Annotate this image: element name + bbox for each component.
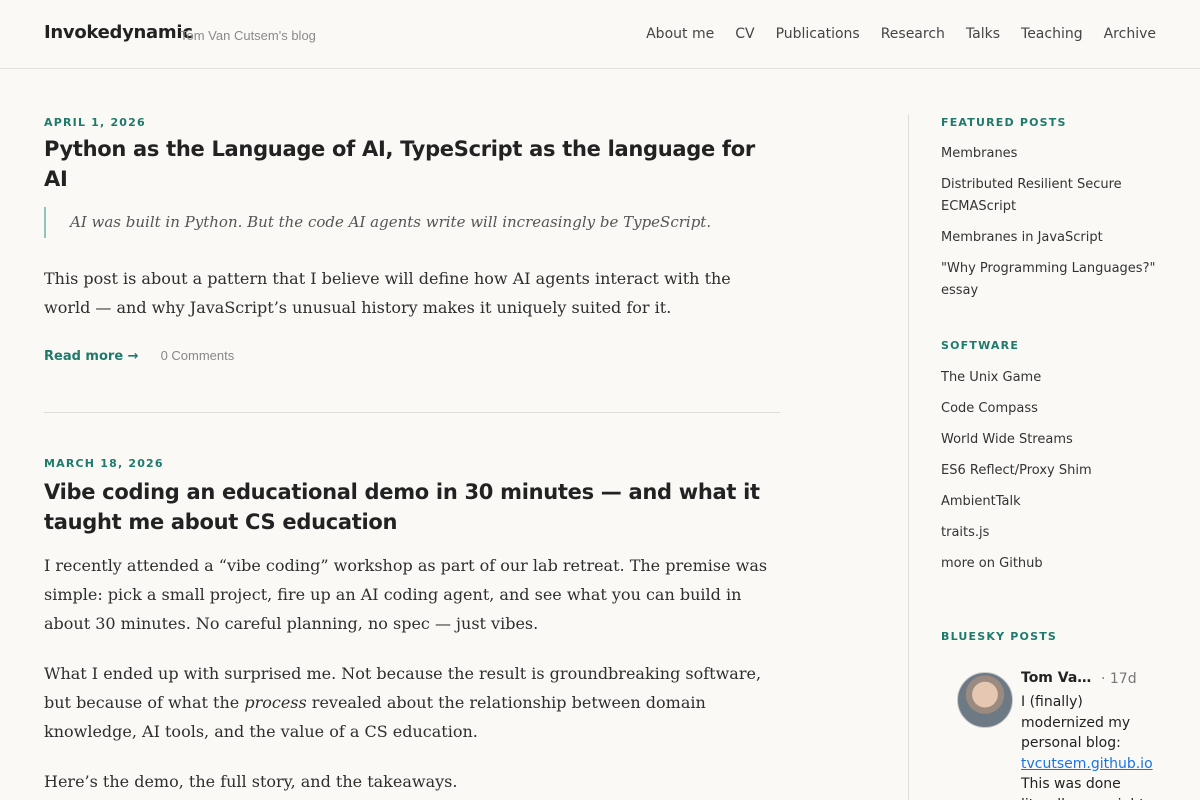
software-list: The Unix Game Code Compass World Wide St… — [941, 367, 1161, 575]
featured-posts-heading: Featured Posts — [941, 116, 1067, 129]
software-link[interactable]: Code Compass — [941, 398, 1161, 420]
nav-publications[interactable]: Publications — [776, 26, 860, 42]
software-link[interactable]: World Wide Streams — [941, 429, 1161, 451]
post-date: March 18, 2026 — [44, 457, 164, 470]
read-more-link[interactable]: Read more → — [44, 349, 139, 364]
bluesky-author[interactable]: Tom Van Cutsem — [1021, 670, 1101, 686]
nav-cv[interactable]: CV — [735, 26, 754, 42]
post-title[interactable]: Python as the Language of AI, TypeScript… — [44, 134, 780, 194]
main-nav: About me CV Publications Research Talks … — [646, 26, 1156, 42]
featured-post-link[interactable]: Distributed Resilient Secure ECMAScript — [941, 174, 1161, 218]
post-meta: Read more → 0 Comments — [44, 345, 780, 364]
post-2: March 18, 2026 Vibe coding an educationa… — [44, 457, 780, 796]
software-heading: Software — [941, 339, 1020, 352]
site-header: Invokedynamic Tom Van Cutsem's blog Abou… — [0, 0, 1200, 69]
post-divider — [44, 412, 780, 413]
featured-post-link[interactable]: "Why Programming Languages?" essay — [941, 258, 1161, 302]
featured-post-link[interactable]: Membranes — [941, 143, 1161, 165]
featured-posts-list: Membranes Distributed Resilient Secure E… — [941, 143, 1161, 302]
software-link[interactable]: traits.js — [941, 522, 1161, 544]
post-paragraph: What I ended up with surprised me. Not b… — [44, 664, 762, 741]
bluesky-posts-heading: Bluesky Posts — [941, 630, 1058, 643]
comments-link[interactable]: 0 Comments — [161, 348, 235, 363]
post-excerpt: This post is about a pattern that I beli… — [44, 269, 731, 317]
site-title[interactable]: Invokedynamic — [44, 22, 193, 43]
bluesky-age: · 17d — [1101, 671, 1137, 687]
featured-post-link[interactable]: Membranes in JavaScript — [941, 227, 1161, 249]
nav-archive[interactable]: Archive — [1104, 26, 1156, 42]
sidebar-divider — [908, 114, 909, 800]
nav-teaching[interactable]: Teaching — [1021, 26, 1083, 42]
post-date: April 1, 2026 — [44, 116, 146, 129]
nav-about-me[interactable]: About me — [646, 26, 714, 42]
github-link[interactable]: more on Github — [941, 553, 1161, 575]
post-blockquote: AI was built in Python. But the code AI … — [44, 207, 780, 238]
bluesky-post-link[interactable]: tvcutsem.github.io — [1021, 756, 1153, 772]
post-paragraph: Here’s the demo, the full story, and the… — [44, 772, 458, 791]
post-paragraph: I recently attended a “vibe coding” work… — [44, 556, 768, 633]
site-tagline: Tom Van Cutsem's blog — [180, 28, 316, 43]
bluesky-post-text: I (finally) modernized my personal blog:… — [1021, 694, 1153, 800]
post-1: April 1, 2026 Python as the Language of … — [44, 116, 780, 364]
software-link[interactable]: The Unix Game — [941, 367, 1161, 389]
nav-research[interactable]: Research — [881, 26, 945, 42]
software-link[interactable]: ES6 Reflect/Proxy Shim — [941, 460, 1161, 482]
avatar[interactable] — [957, 672, 1013, 728]
sidebar: Featured Posts Membranes Distributed Res… — [941, 69, 1161, 643]
post-list: April 1, 2026 Python as the Language of … — [44, 69, 780, 796]
emphasis: process — [244, 693, 307, 712]
nav-talks[interactable]: Talks — [966, 26, 1000, 42]
software-link[interactable]: AmbientTalk — [941, 491, 1161, 513]
post-title[interactable]: Vibe coding an educational demo in 30 mi… — [44, 477, 780, 537]
